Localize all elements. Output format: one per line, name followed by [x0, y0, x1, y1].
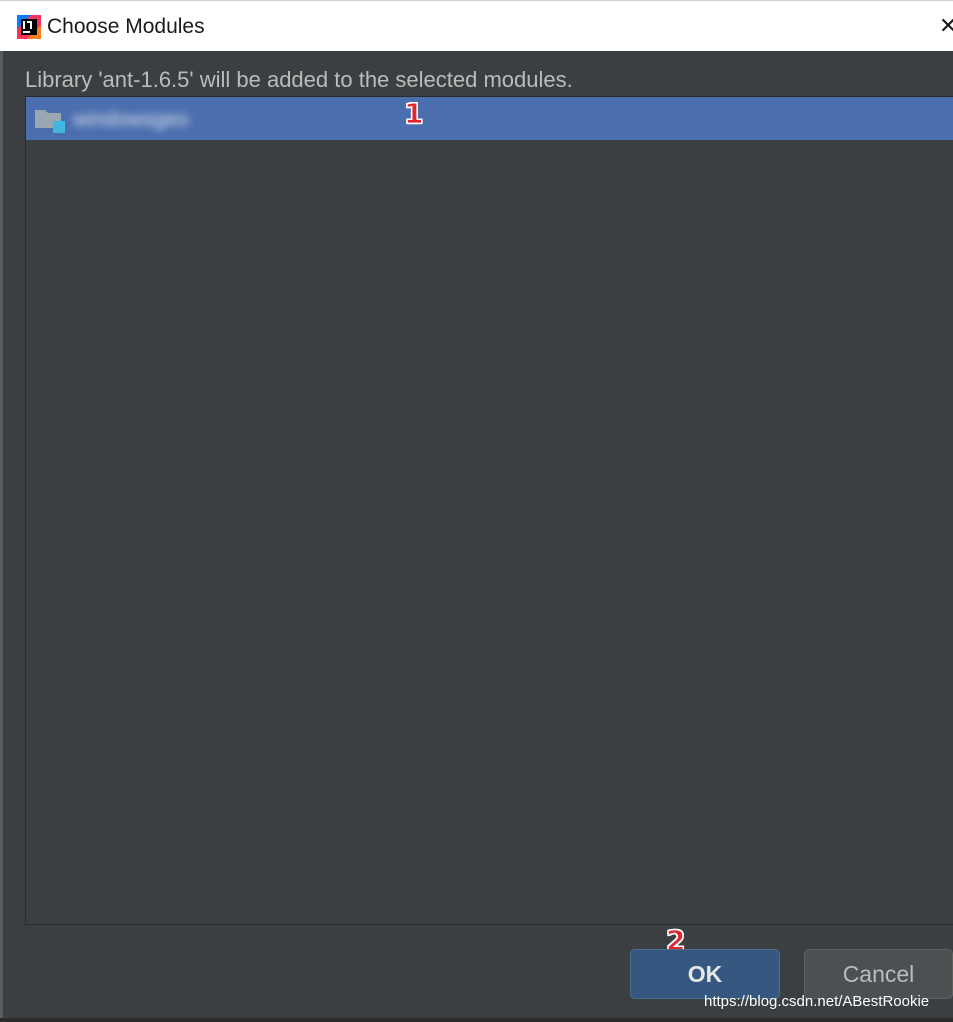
window-bottom-border	[0, 1018, 953, 1022]
watermark-url: https://blog.csdn.net/ABestRookie	[704, 993, 930, 1010]
module-name: windowsgeo	[73, 108, 189, 131]
annotation-marker-1: 1	[403, 97, 424, 130]
title-bar: Choose Modules ✕	[0, 0, 953, 51]
close-icon[interactable]: ✕	[939, 13, 953, 39]
module-folder-icon	[35, 110, 65, 133]
window-border	[0, 51, 3, 1022]
module-list[interactable]: windowsgeo	[25, 96, 953, 925]
module-list-item[interactable]: windowsgeo	[26, 97, 953, 140]
dialog-message: Library 'ant-1.6.5' will be added to the…	[25, 67, 573, 92]
window-title: Choose Modules	[47, 15, 205, 38]
intellij-idea-icon	[17, 15, 41, 39]
